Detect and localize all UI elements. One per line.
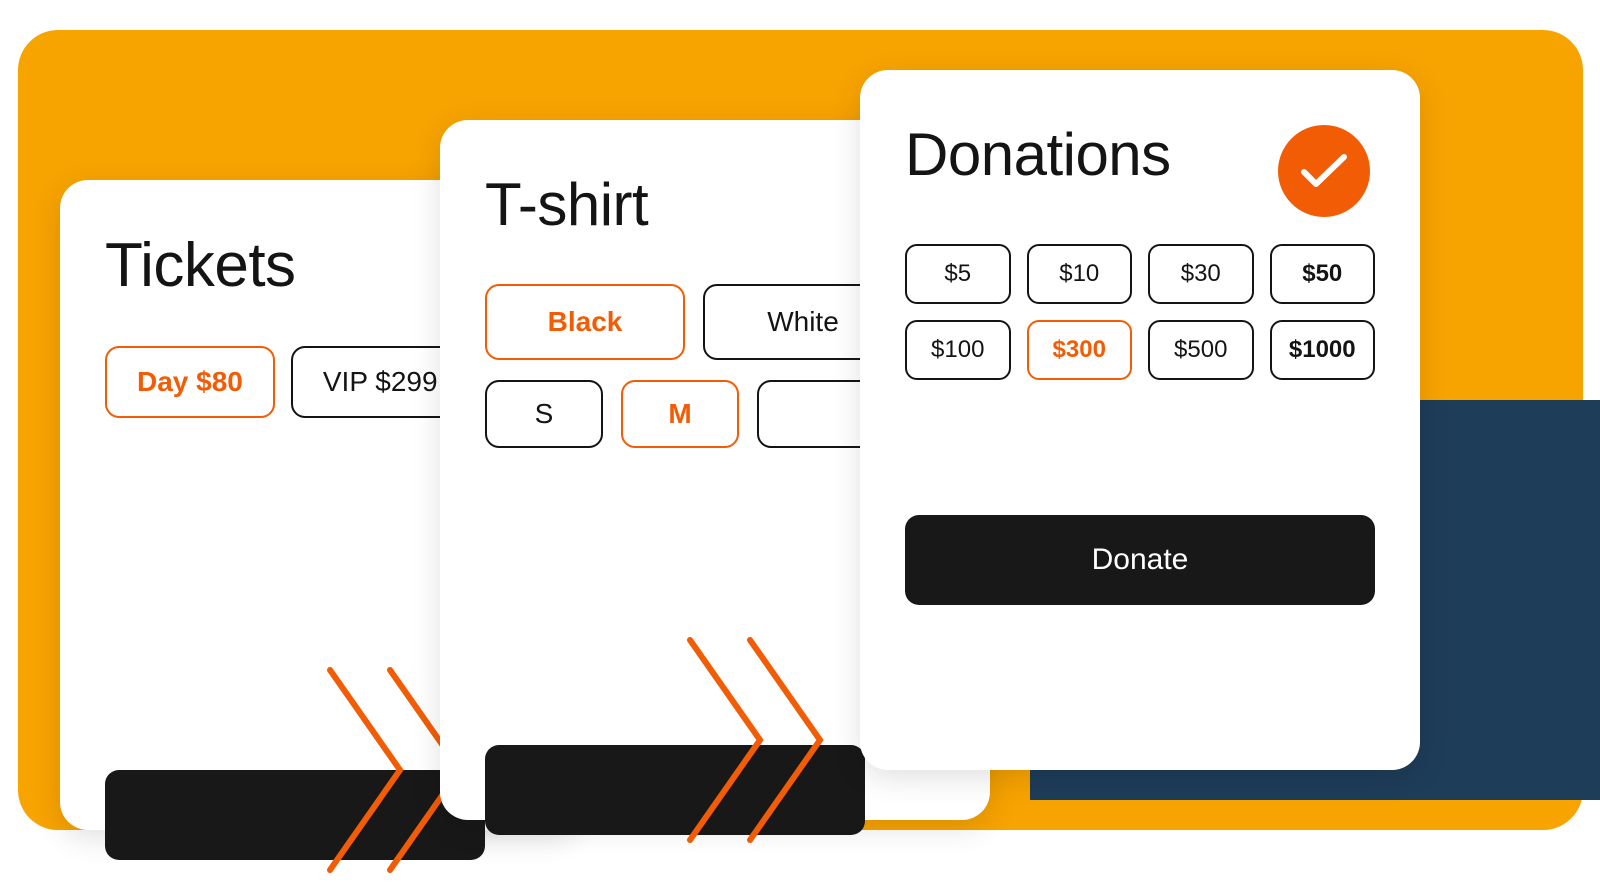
tshirt-size-next[interactable] — [757, 380, 875, 448]
tshirt-color-row: Black White — [485, 284, 905, 360]
donate-button[interactable]: Donate — [905, 515, 1375, 605]
donation-amount-1000[interactable]: $1000 — [1270, 320, 1376, 380]
donation-amount-10[interactable]: $10 — [1027, 244, 1133, 304]
tshirt-size-s[interactable]: S — [485, 380, 603, 448]
donation-amount-100[interactable]: $100 — [905, 320, 1011, 380]
tshirt-color-black[interactable]: Black — [485, 284, 685, 360]
tshirt-size-row: S M — [485, 380, 905, 448]
donation-amount-grid: $5 $10 $30 $50 $100 $300 $500 $1000 — [905, 244, 1375, 380]
donation-amount-50[interactable]: $50 — [1270, 244, 1376, 304]
donation-amount-500[interactable]: $500 — [1148, 320, 1254, 380]
tshirt-action-button[interactable] — [485, 745, 865, 835]
donations-card: Donations $5 $10 $30 $50 $100 $300 $500 … — [860, 70, 1420, 770]
tshirt-size-m[interactable]: M — [621, 380, 739, 448]
donation-amount-5[interactable]: $5 — [905, 244, 1011, 304]
tickets-action-button[interactable] — [105, 770, 485, 860]
ticket-option-day[interactable]: Day $80 — [105, 346, 275, 418]
check-badge-icon — [1278, 125, 1370, 217]
donation-amount-300[interactable]: $300 — [1027, 320, 1133, 380]
donation-amount-30[interactable]: $30 — [1148, 244, 1254, 304]
donations-title: Donations — [905, 120, 1171, 189]
